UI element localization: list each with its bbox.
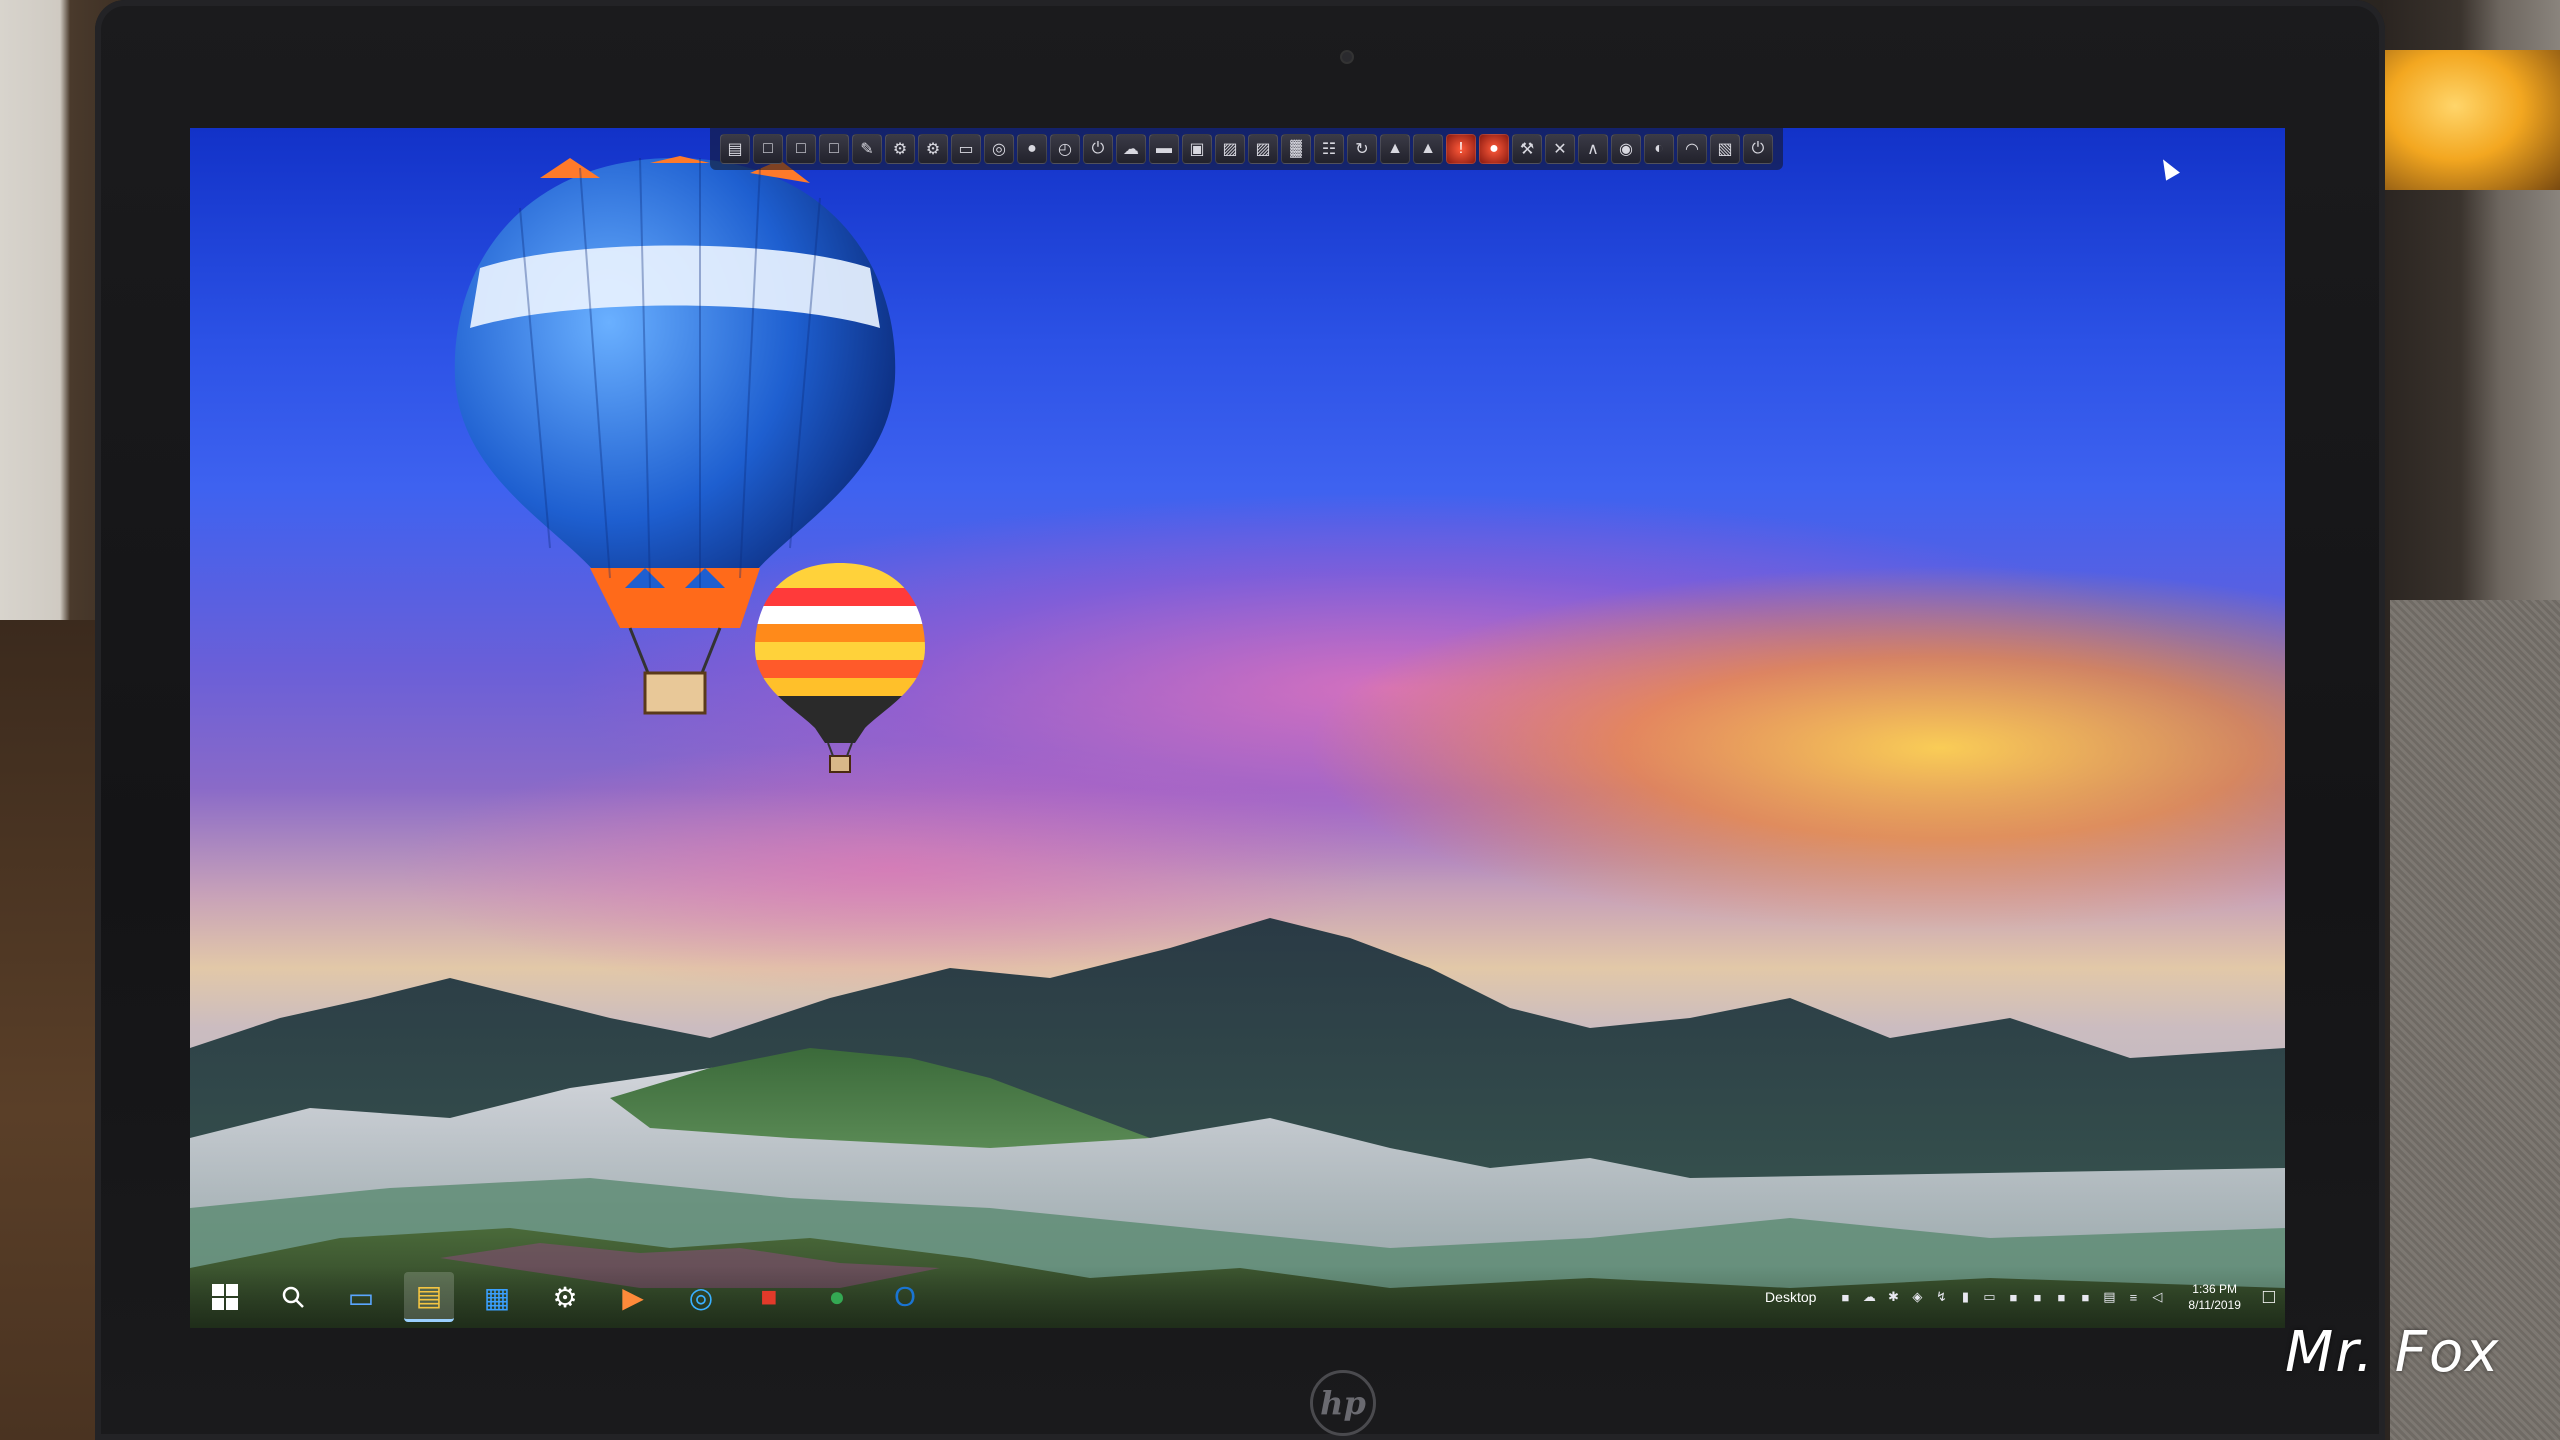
volume-icon[interactable]: ◁ — [2148, 1288, 2166, 1306]
image-icon[interactable]: ▨ — [1248, 134, 1278, 164]
desktop-screen: ▤ □ □ □ ✎ ⚙ ⚙ ▭ ◎ ● ◴ ⏻ ☁ ▬ ▣ ▨ ▨ ▓ ☷ ↻ ▲ ▲! ● ⚒ ✕ ∧ ◉ ◐ ◠ ▧ ⏻ ▭ ▤ ▦ ⚙ ▶ ◎ ■… — [190, 128, 2285, 1328]
eye-icon[interactable]: ◐ — [1644, 134, 1674, 164]
system-tray: Desktop ■ ☁ ✱ ◈ ↯ ▮ ▭ ■ ■ ■ ■ ▤ ≡ ◁ 1:36 PM 8/11/2019… — [1765, 1281, 2275, 1313]
disc-icon: ◎ — [688, 1281, 714, 1313]
power-icon[interactable]: ⏻ — [1743, 134, 1773, 164]
monitor-icon[interactable]: ▭ — [951, 134, 981, 164]
clock-date: 8/11/2019 — [2188, 1298, 2241, 1312]
chrome-icon: ● — [828, 1281, 846, 1312]
lamp — [2385, 50, 2560, 190]
x-icon[interactable]: ✕ — [1545, 134, 1575, 164]
tools-icon[interactable]: ⚒ — [1512, 134, 1542, 164]
network-icon[interactable]: ■ — [1836, 1288, 1854, 1306]
app-icon[interactable]: ■ — [2076, 1288, 2094, 1306]
window-icon[interactable]: □ — [819, 134, 849, 164]
gear-icon: ⚙ — [552, 1281, 578, 1313]
outlook-icon: O — [894, 1281, 916, 1312]
top-dock-toolbar: ▤ □ □ □ ✎ ⚙ ⚙ ▭ ◎ ● ◴ ⏻ ☁ ▬ ▣ ▨ ▨ ▓ ☷ ↻ ▲ ▲! ● ⚒ ✕ ∧ ◉ ◐ ◠ ▧ ⏻ — [710, 128, 1783, 170]
mountain-icon[interactable]: ▲ — [1380, 134, 1410, 164]
search-button[interactable] — [268, 1272, 318, 1322]
alert-icon[interactable]: ! — [1446, 134, 1476, 164]
target-icon[interactable]: ◉ — [1611, 134, 1641, 164]
gear-icon[interactable]: ⚙ — [918, 134, 948, 164]
taskbar-outlook[interactable]: O — [880, 1272, 930, 1322]
app-icon[interactable]: ■ — [2004, 1288, 2022, 1306]
taskbar-media-center[interactable]: ◎ — [676, 1272, 726, 1322]
taskbar-pinned: ▭ ▤ ▦ ⚙ ▶ ◎ ■ ● O — [200, 1272, 930, 1322]
start-button[interactable] — [200, 1272, 250, 1322]
refresh-icon[interactable]: ↻ — [1347, 134, 1377, 164]
taskbar-chrome[interactable]: ● — [812, 1272, 862, 1322]
bluetooth-icon[interactable]: ✱ — [1884, 1288, 1902, 1306]
image-icon[interactable]: ▨ — [1215, 134, 1245, 164]
pinned-apps: ▭ ▤ ▦ ⚙ ▶ ◎ ■ ● O — [336, 1272, 930, 1322]
folder-icon[interactable]: ▤ — [720, 134, 750, 164]
app-icon[interactable]: ■ — [2028, 1288, 2046, 1306]
desktop-toolbar-label[interactable]: Desktop — [1765, 1289, 1816, 1305]
layers-icon[interactable]: ▧ — [1710, 134, 1740, 164]
stop-icon[interactable]: ● — [1479, 134, 1509, 164]
play-icon: ▶ — [622, 1281, 644, 1313]
battery-icon[interactable]: ▮ — [1956, 1288, 1974, 1306]
taskbar-this-pc[interactable]: ▭ — [336, 1272, 386, 1322]
grid-icon[interactable]: ☷ — [1314, 134, 1344, 164]
store-icon: ▦ — [483, 1281, 511, 1313]
pen-icon[interactable]: ✎ — [852, 134, 882, 164]
graph-icon[interactable]: ∧ — [1578, 134, 1608, 164]
hp-logo: hp — [1310, 1370, 1376, 1436]
taskbar: ▭ ▤ ▦ ⚙ ▶ ◎ ■ ● O Desktop ■ ☁ ✱ ◈ ↯ ▮ ▭ ■ ■ ■ ■ ▤ ≡ ◁ 1:36 PM… — [190, 1266, 2285, 1328]
drive-icon[interactable]: ▬ — [1149, 134, 1179, 164]
mountain-icon[interactable]: ▲ — [1413, 134, 1443, 164]
terminal-icon[interactable]: ▣ — [1182, 134, 1212, 164]
watermark: Mr. Fox — [2285, 1320, 2501, 1385]
taskbar-app-red[interactable]: ■ — [744, 1272, 794, 1322]
taskbar-file-explorer[interactable]: ▤ — [404, 1272, 454, 1322]
arc-icon[interactable]: ◠ — [1677, 134, 1707, 164]
wifi-icon[interactable]: ≡ — [2124, 1288, 2142, 1306]
search-icon — [282, 1286, 304, 1308]
chart-icon[interactable]: ▓ — [1281, 134, 1311, 164]
cloud-icon[interactable]: ☁ — [1116, 134, 1146, 164]
taskbar-media-player[interactable]: ▶ — [608, 1272, 658, 1322]
window-icon[interactable]: □ — [753, 134, 783, 164]
app-icon[interactable]: ■ — [2052, 1288, 2070, 1306]
tray-icons: ■ ☁ ✱ ◈ ↯ ▮ ▭ ■ ■ ■ ■ ▤ ≡ ◁ — [1836, 1288, 2166, 1306]
windows-logo-icon — [212, 1284, 238, 1310]
mountain-landscape — [190, 918, 2285, 1328]
folder-icon: ▤ — [415, 1280, 443, 1311]
power-icon[interactable]: ⏻ — [1083, 134, 1113, 164]
window-icon[interactable]: □ — [786, 134, 816, 164]
cloud-icon[interactable]: ☁ — [1860, 1288, 1878, 1306]
app-icon: ■ — [760, 1281, 778, 1312]
carpet — [2390, 600, 2560, 1440]
disc-icon[interactable]: ◎ — [984, 134, 1014, 164]
notification-icon[interactable]: □ — [2263, 1286, 2275, 1309]
clock[interactable]: 1:36 PM 8/11/2019 — [2188, 1281, 2241, 1313]
shield-icon[interactable]: ◈ — [1908, 1288, 1926, 1306]
folder-icon[interactable]: ▤ — [2100, 1288, 2118, 1306]
usb-icon[interactable]: ↯ — [1932, 1288, 1950, 1306]
mouse-cursor — [2156, 155, 2180, 181]
webcam — [1340, 50, 1354, 64]
taskbar-store[interactable]: ▦ — [472, 1272, 522, 1322]
clock-time: 1:36 PM — [2192, 1282, 2237, 1296]
monitor-icon: ▭ — [347, 1281, 375, 1313]
hot-air-balloon-small — [755, 563, 925, 773]
taskbar-settings[interactable]: ⚙ — [540, 1272, 590, 1322]
clock-icon[interactable]: ◴ — [1050, 134, 1080, 164]
gear-icon[interactable]: ⚙ — [885, 134, 915, 164]
globe-icon[interactable]: ● — [1017, 134, 1047, 164]
display-icon[interactable]: ▭ — [1980, 1288, 1998, 1306]
